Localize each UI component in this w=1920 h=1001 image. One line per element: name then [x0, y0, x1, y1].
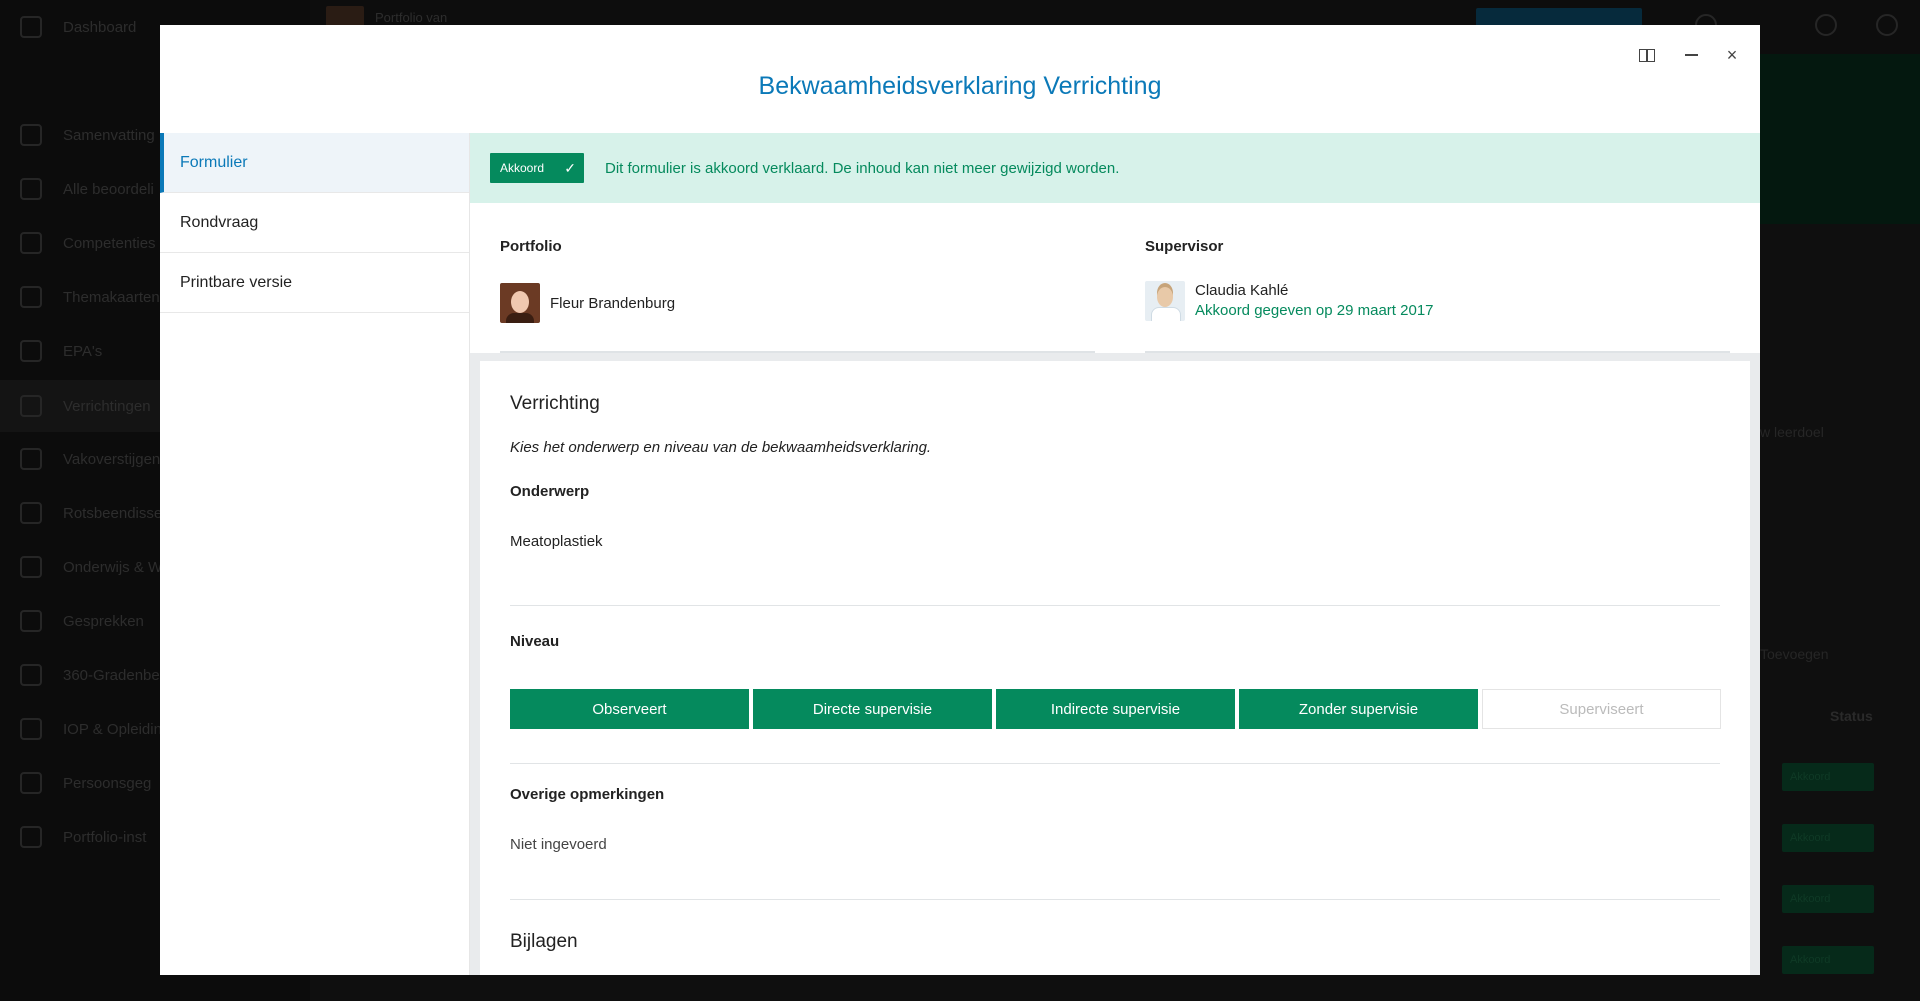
close-button[interactable]: ×	[1716, 39, 1748, 71]
niveau-label: Niveau	[510, 633, 560, 650]
background-power-icon	[1876, 14, 1898, 36]
calendar-icon	[20, 178, 42, 200]
modal-title: Bekwaamheidsverklaring Verrichting	[758, 72, 1162, 100]
split-view-button[interactable]	[1631, 39, 1663, 71]
niveau-selector: Observeert Directe supervisie Indirecte …	[510, 689, 1721, 729]
background-status-badge: Akkoord	[1782, 763, 1874, 791]
background-sidebar-item: Vakoverstijgen	[20, 444, 160, 474]
nav-item-rondvraag[interactable]: Rondvraag	[160, 193, 469, 253]
akkoord-badge-label: Akkoord	[500, 161, 545, 175]
opmerkingen-value: Niet ingevoerd	[510, 836, 607, 853]
approval-message: Dit formulier is akkoord verklaard. De i…	[605, 159, 1120, 177]
check-icon: ✓	[564, 159, 576, 176]
network-icon	[20, 664, 42, 686]
skull-icon	[20, 502, 42, 524]
supervisor-name: Claudia Kahlé	[1195, 282, 1289, 299]
background-sidebar-item: Rotsbeendisse	[20, 498, 162, 528]
divider	[1145, 351, 1730, 353]
split-view-icon	[1639, 48, 1655, 62]
level-indirecte-supervisie[interactable]: Indirecte supervisie	[996, 689, 1235, 729]
background-leerdoel-link: w leerdoel	[1760, 424, 1824, 440]
level-superviseert[interactable]: Superviseert	[1482, 689, 1721, 729]
background-green-band	[1758, 54, 1920, 224]
form-content: Akkoord ✓ Dit formulier is akkoord verkl…	[470, 133, 1760, 975]
target-icon	[20, 718, 42, 740]
minimize-button[interactable]	[1675, 39, 1707, 71]
level-observeert[interactable]: Observeert	[510, 689, 749, 729]
section-title-bijlagen: Bijlagen	[510, 931, 578, 952]
id-card-icon	[20, 772, 42, 794]
onderwerp-value: Meatoplastiek	[510, 533, 603, 550]
books-icon	[20, 286, 42, 308]
background-sidebar-item: Alle beoordeli	[20, 174, 154, 204]
background-sidebar-item: Samenvatting	[20, 120, 155, 150]
supervisor: Claudia Kahlé Akkoord gegeven op 29 maar…	[1145, 281, 1434, 321]
avatar	[1145, 281, 1185, 321]
background-sidebar-item: Onderwijs & W	[20, 552, 162, 582]
form-card: Verrichting Kies het onderwerp en niveau…	[480, 361, 1750, 975]
portfolio-owner-name: Fleur Brandenburg	[550, 294, 676, 312]
background-status-badge: Akkoord	[1782, 946, 1874, 974]
approval-banner: Akkoord ✓ Dit formulier is akkoord verkl…	[470, 133, 1760, 203]
share-icon	[20, 556, 42, 578]
triangle-icon	[20, 448, 42, 470]
close-icon: ×	[1726, 45, 1738, 65]
square-icon	[20, 340, 42, 362]
background-sidebar-item: Themakaarten	[20, 282, 160, 312]
background-toevoegen-link: Toevoegen	[1760, 646, 1829, 662]
divider	[500, 351, 1095, 353]
background-bell-icon	[1815, 14, 1837, 36]
modal-header: Bekwaamheidsverklaring Verrichting ×	[160, 25, 1760, 133]
background-status-badge: Akkoord	[1782, 824, 1874, 852]
background-sidebar-item: 360-Gradenbe	[20, 660, 160, 690]
supervisor-details: Claudia Kahlé Akkoord gegeven op 29 maar…	[1195, 281, 1434, 321]
asterisk-icon	[20, 232, 42, 254]
background-status-header: Status	[1830, 708, 1873, 724]
section-title-verrichting: Verrichting	[510, 393, 600, 414]
background-sidebar-item: Portfolio-inst	[20, 822, 146, 852]
portfolio-label: Portfolio	[500, 238, 562, 255]
modal-body: Formulier Rondvraag Printbare versie Akk…	[160, 133, 1760, 975]
background-sidebar-item: EPA's	[20, 336, 102, 366]
form-nav: Formulier Rondvraag Printbare versie	[160, 133, 470, 975]
form-hint: Kies het onderwerp en niveau van de bekw…	[510, 439, 932, 456]
opmerkingen-label: Overige opmerkingen	[510, 786, 665, 803]
nav-item-formulier[interactable]: Formulier	[160, 133, 469, 193]
background-sidebar-item: Gesprekken	[20, 606, 144, 636]
akkoord-badge: Akkoord ✓	[490, 153, 584, 183]
minimize-icon	[1684, 54, 1698, 56]
gear-icon	[20, 826, 42, 848]
home-icon	[20, 124, 42, 146]
background-status-badge: Akkoord	[1782, 885, 1874, 913]
background-sidebar-item: Competenties	[20, 228, 156, 258]
divider	[510, 899, 1720, 900]
supervisor-label: Supervisor	[1145, 238, 1224, 255]
nav-item-printbare-versie[interactable]: Printbare versie	[160, 253, 469, 313]
people-panel: Portfolio Fleur Brandenburg Supervisor C…	[470, 203, 1760, 353]
level-zonder-supervisie[interactable]: Zonder supervisie	[1239, 689, 1478, 729]
background-portfolio-label: Portfolio van	[375, 10, 448, 25]
chat-icon	[20, 610, 42, 632]
divider	[510, 605, 1720, 606]
divider	[510, 763, 1720, 764]
portfolio-owner: Fleur Brandenburg	[500, 283, 675, 323]
background-sidebar-item: Persoonsgeg	[20, 768, 151, 798]
background-sidebar-item: IOP & Opleidin	[20, 714, 162, 744]
onderwerp-label: Onderwerp	[510, 483, 590, 500]
supervisor-approval-status: Akkoord gegeven op 29 maart 2017	[1195, 302, 1434, 319]
circle-icon	[20, 395, 42, 417]
modal-dialog: Bekwaamheidsverklaring Verrichting × For…	[160, 25, 1760, 975]
dashboard-icon	[20, 16, 42, 38]
background-sidebar-item: Dashboard	[20, 12, 136, 42]
avatar	[500, 283, 540, 323]
level-directe-supervisie[interactable]: Directe supervisie	[753, 689, 992, 729]
